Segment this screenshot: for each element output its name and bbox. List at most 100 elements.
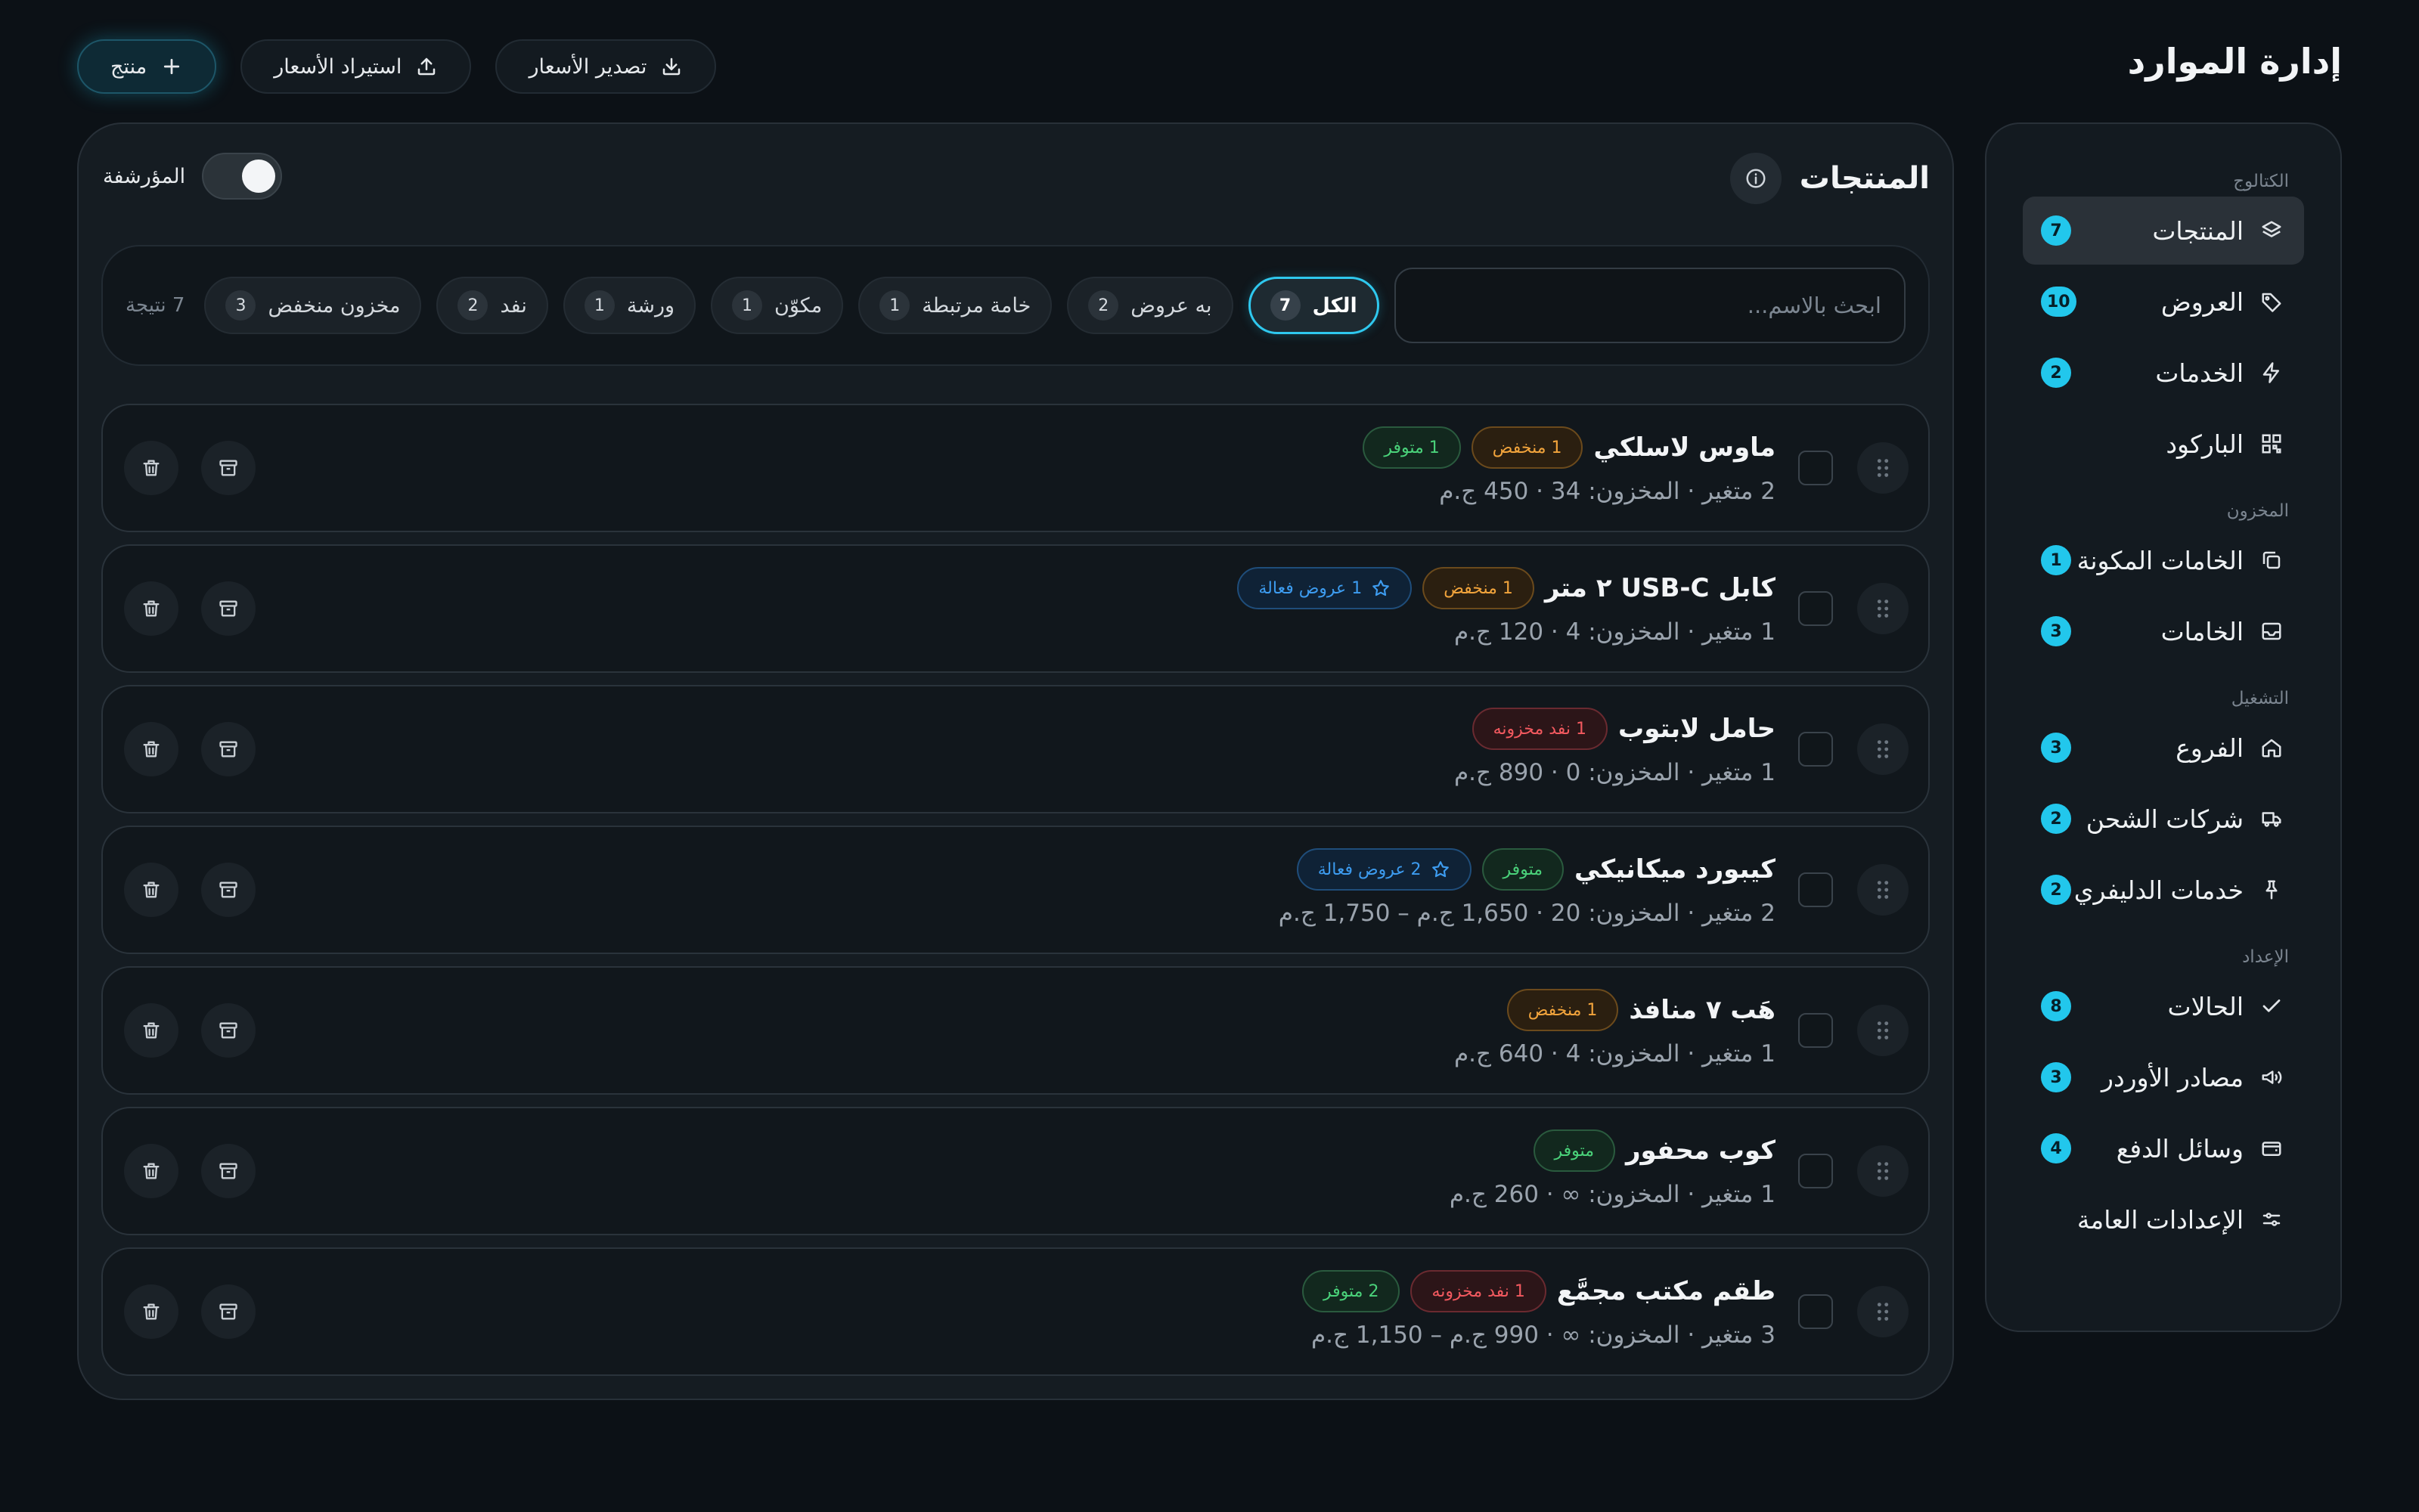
archive-icon xyxy=(218,879,239,900)
row-info: هَب ٧ منافذ 1 منخفض 1 متغير · المخزون: 4… xyxy=(1454,989,1775,1067)
low-stock-badge: 1 منخفض xyxy=(1506,989,1619,1031)
sidebar-item-order-sources[interactable]: مصادر الأوردر 3 xyxy=(2023,1043,2304,1111)
filter-bar: الكل 7 به عروض 2 خامة مرتبطة 1 مكوّن 1 و… xyxy=(101,245,1930,366)
archive-button[interactable] xyxy=(201,1003,256,1058)
grip-icon[interactable] xyxy=(1857,583,1909,634)
badge-label: 2 متوفر xyxy=(1323,1281,1379,1301)
archive-icon xyxy=(218,739,239,760)
sidebar-item-offers[interactable]: العروض 10 xyxy=(2023,268,2304,336)
filter-chip-linked-material[interactable]: خامة مرتبطة 1 xyxy=(858,277,1053,334)
row-checkbox[interactable] xyxy=(1798,591,1833,626)
table-row[interactable]: ماوس لاسلكي 1 منخفض 1 متوفر 2 متغير · ال… xyxy=(101,404,1930,532)
filter-chip-out[interactable]: نفد 2 xyxy=(436,277,548,334)
product-name: ماوس لاسلكي xyxy=(1593,432,1775,463)
archive-button[interactable] xyxy=(201,1144,256,1198)
filter-chip-low-stock[interactable]: مخزون منخفض 3 xyxy=(204,277,422,334)
section-label-setup: الإعداد xyxy=(2242,947,2289,967)
archive-icon xyxy=(218,598,239,619)
row-info: كابل USB-C ٢ متر 1 منخفض 1 عروض فعالة 1 … xyxy=(1237,567,1775,646)
grip-icon[interactable] xyxy=(1857,1145,1909,1197)
count-badge: 7 xyxy=(2041,215,2071,246)
import-prices-button[interactable]: استيراد الأسعار xyxy=(240,39,472,94)
badge-label: 1 منخفض xyxy=(1527,1000,1598,1020)
delete-button[interactable] xyxy=(124,581,178,636)
chip-label: مكوّن xyxy=(774,293,823,318)
grip-icon[interactable] xyxy=(1857,1286,1909,1337)
export-prices-button[interactable]: تصدير الأسعار xyxy=(495,39,717,94)
row-checkbox[interactable] xyxy=(1798,451,1833,485)
archive-icon xyxy=(218,1020,239,1041)
delete-button[interactable] xyxy=(124,1284,178,1339)
grip-icon[interactable] xyxy=(1857,1005,1909,1056)
row-checkbox[interactable] xyxy=(1798,872,1833,907)
in-stock-badge: 1 متوفر xyxy=(1363,426,1461,469)
sidebar-item-branches[interactable]: الفروع 3 xyxy=(2023,714,2304,782)
archive-button[interactable] xyxy=(201,441,256,495)
trash-icon xyxy=(141,739,162,760)
sidebar-item-statuses[interactable]: الحالات 8 xyxy=(2023,972,2304,1040)
sidebar-item-products[interactable]: المنتجات 7 xyxy=(2023,197,2304,265)
filter-chip-component[interactable]: مكوّن 1 xyxy=(711,277,844,334)
archive-icon xyxy=(218,457,239,479)
product-meta: 1 متغير · المخزون: 4 · 640 ج.م xyxy=(1453,1040,1775,1067)
add-product-label: منتج xyxy=(110,54,147,79)
delete-button[interactable] xyxy=(124,441,178,495)
sidebar-item-barcode[interactable]: الباركود xyxy=(2023,410,2304,478)
row-checkbox[interactable] xyxy=(1798,1154,1833,1188)
archived-label: المؤرشفة xyxy=(103,164,186,188)
table-row[interactable]: كيبورد ميكانيكي متوفر 2 عروض فعالة 2 متغ… xyxy=(101,826,1930,954)
sidebar-item-services[interactable]: الخدمات 2 xyxy=(2023,339,2304,407)
count-badge: 2 xyxy=(2041,804,2071,834)
row-checkbox[interactable] xyxy=(1798,1013,1833,1048)
sidebar-item-delivery[interactable]: خدمات الدليفري 2 xyxy=(2023,856,2304,924)
search-input[interactable] xyxy=(1418,293,1881,318)
plus-icon xyxy=(160,55,183,78)
archived-switch[interactable] xyxy=(202,153,283,200)
out-of-stock-badge: 1 نفد مخزونه xyxy=(1410,1270,1546,1312)
row-actions xyxy=(124,1284,256,1339)
row-checkbox[interactable] xyxy=(1798,1294,1833,1329)
table-row[interactable]: كوب محفور متوفر 1 متغير · المخزون: ∞ · 2… xyxy=(101,1107,1930,1235)
grip-icon[interactable] xyxy=(1857,442,1909,494)
archive-button[interactable] xyxy=(201,581,256,636)
archive-button[interactable] xyxy=(201,863,256,917)
filter-chip-with-offers[interactable]: به عروض 2 xyxy=(1067,277,1233,334)
table-row[interactable]: حامل لابتوب 1 نفد مخزونه 1 متغير · المخز… xyxy=(101,685,1930,813)
count-badge: 1 xyxy=(2041,545,2071,575)
sidebar-item-label: الفروع xyxy=(2176,733,2244,763)
sidebar-item-payment-methods[interactable]: وسائل الدفع 4 xyxy=(2023,1114,2304,1182)
row-checkbox[interactable] xyxy=(1798,732,1833,767)
out-of-stock-badge: 1 نفد مخزونه xyxy=(1472,708,1608,750)
row-info: ماوس لاسلكي 1 منخفض 1 متوفر 2 متغير · ال… xyxy=(1363,426,1775,505)
app-title: إدارة الموارد xyxy=(2127,41,2342,82)
grip-icon[interactable] xyxy=(1857,723,1909,775)
info-icon[interactable] xyxy=(1729,153,1782,204)
count-badge: 8 xyxy=(2041,991,2071,1021)
count-badge: 10 xyxy=(2041,287,2076,317)
chip-label: خامة مرتبطة xyxy=(922,293,1031,318)
filter-chip-workshop[interactable]: ورشة 1 xyxy=(563,277,696,334)
sidebar-item-components[interactable]: الخامات المكونة 1 xyxy=(2023,526,2304,594)
table-row[interactable]: طقم مكتب مجمَّع 1 نفد مخزونه 2 متوفر 3 م… xyxy=(101,1247,1930,1376)
filter-chip-all[interactable]: الكل 7 xyxy=(1248,277,1379,334)
sidebar-item-materials[interactable]: الخامات 3 xyxy=(2023,597,2304,665)
sidebar-item-label: الخدمات xyxy=(2155,358,2244,388)
count-badge: 3 xyxy=(2041,1062,2071,1092)
sidebar-item-general-settings[interactable]: الإعدادات العامة xyxy=(2023,1185,2304,1253)
chip-count: 1 xyxy=(584,290,615,321)
delete-button[interactable] xyxy=(124,863,178,917)
delete-button[interactable] xyxy=(124,722,178,776)
archive-button[interactable] xyxy=(201,722,256,776)
delete-button[interactable] xyxy=(124,1144,178,1198)
add-product-button[interactable]: منتج xyxy=(77,39,217,94)
badge-label: 2 عروض فعالة xyxy=(1317,860,1422,879)
sliders-icon xyxy=(2260,1208,2283,1231)
chip-label: ورشة xyxy=(626,293,675,318)
trash-icon xyxy=(141,598,162,619)
table-row[interactable]: هَب ٧ منافذ 1 منخفض 1 متغير · المخزون: 4… xyxy=(101,966,1930,1095)
archive-button[interactable] xyxy=(201,1284,256,1339)
table-row[interactable]: كابل USB-C ٢ متر 1 منخفض 1 عروض فعالة 1 … xyxy=(101,544,1930,673)
grip-icon[interactable] xyxy=(1857,864,1909,916)
sidebar-item-shipping[interactable]: شركات الشحن 2 xyxy=(2023,785,2304,853)
delete-button[interactable] xyxy=(124,1003,178,1058)
